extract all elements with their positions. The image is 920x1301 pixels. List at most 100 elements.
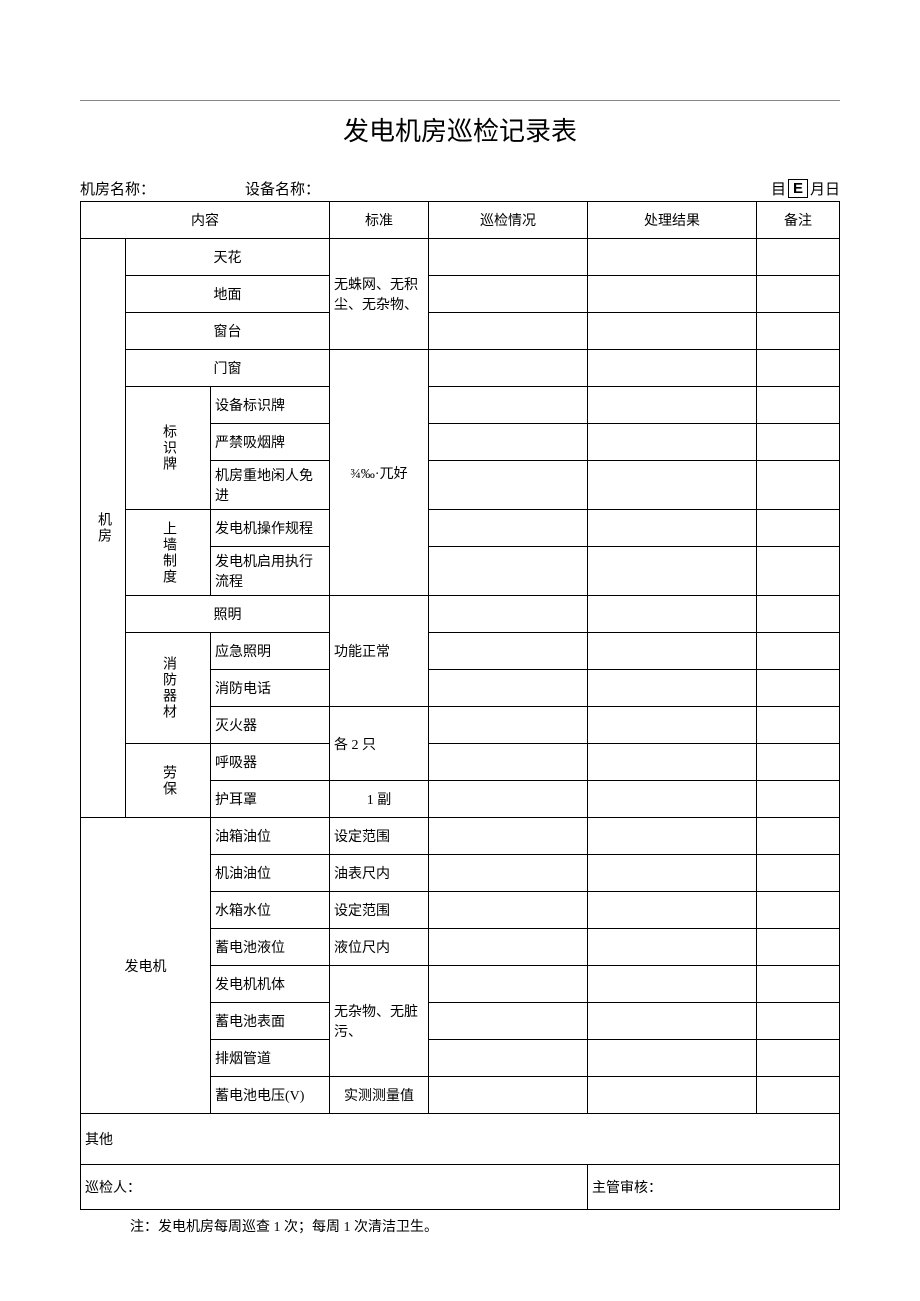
- cell[interactable]: [429, 424, 588, 461]
- cell[interactable]: [588, 855, 757, 892]
- row-emer-light: 应急照明: [211, 633, 330, 670]
- cell[interactable]: [757, 818, 840, 855]
- cell[interactable]: [429, 818, 588, 855]
- row-dev-sign: 设备标识牌: [211, 387, 330, 424]
- cell[interactable]: [588, 461, 757, 510]
- cell[interactable]: [757, 855, 840, 892]
- row-other: 其他: [81, 1114, 840, 1165]
- row-start-flow: 发电机启用执行流程: [211, 547, 330, 596]
- cell[interactable]: [429, 1077, 588, 1114]
- cell[interactable]: [588, 633, 757, 670]
- cell[interactable]: [429, 276, 588, 313]
- cell[interactable]: [757, 276, 840, 313]
- group-labor: 劳保: [126, 744, 211, 818]
- cell[interactable]: [757, 929, 840, 966]
- table-row: 消防器材 应急照明: [81, 633, 840, 670]
- std-clean: 无蛛网、无积尘、无杂物、: [330, 239, 429, 350]
- cell[interactable]: [429, 350, 588, 387]
- cell[interactable]: [757, 461, 840, 510]
- row-no-entry: 机房重地闲人免进: [211, 461, 330, 510]
- cell[interactable]: [588, 707, 757, 744]
- cell[interactable]: [429, 596, 588, 633]
- cell[interactable]: [757, 707, 840, 744]
- cell[interactable]: [757, 239, 840, 276]
- cell[interactable]: [588, 966, 757, 1003]
- cell[interactable]: [588, 781, 757, 818]
- cell[interactable]: [588, 350, 757, 387]
- cell[interactable]: [588, 387, 757, 424]
- cell[interactable]: [757, 1040, 840, 1077]
- cell[interactable]: [757, 596, 840, 633]
- row-door: 门窗: [126, 350, 330, 387]
- inspector-label[interactable]: 巡检人：: [81, 1165, 588, 1210]
- cell[interactable]: [588, 239, 757, 276]
- cell[interactable]: [429, 707, 588, 744]
- cell[interactable]: [588, 547, 757, 596]
- cell[interactable]: [588, 929, 757, 966]
- cell[interactable]: [429, 781, 588, 818]
- group-wall: 上墙制度: [126, 510, 211, 596]
- date-month-day: 月日: [810, 178, 840, 199]
- cell[interactable]: [429, 855, 588, 892]
- cell[interactable]: [588, 596, 757, 633]
- cell[interactable]: [757, 350, 840, 387]
- group-room: 机房: [81, 239, 126, 818]
- row-batt-level: 蓄电池液位: [211, 929, 330, 966]
- cell[interactable]: [757, 781, 840, 818]
- table-row: 照明 功能正常: [81, 596, 840, 633]
- cell[interactable]: [429, 239, 588, 276]
- cell[interactable]: [429, 929, 588, 966]
- cell[interactable]: [588, 276, 757, 313]
- cell[interactable]: [429, 547, 588, 596]
- cell[interactable]: [588, 1077, 757, 1114]
- cell[interactable]: [429, 1003, 588, 1040]
- cell[interactable]: [429, 744, 588, 781]
- cell[interactable]: [429, 313, 588, 350]
- cell[interactable]: [429, 510, 588, 547]
- cell[interactable]: [429, 633, 588, 670]
- room-name-label: 机房名称：: [80, 178, 245, 199]
- supervisor-label[interactable]: 主管审核：: [588, 1165, 840, 1210]
- cell[interactable]: [757, 670, 840, 707]
- cell[interactable]: [757, 1077, 840, 1114]
- cell[interactable]: [429, 892, 588, 929]
- row-lighting: 照明: [126, 596, 330, 633]
- cell[interactable]: [588, 744, 757, 781]
- cell[interactable]: [429, 966, 588, 1003]
- table-row: 上墙制度 发电机操作规程: [81, 510, 840, 547]
- col-remark: 备注: [757, 202, 840, 239]
- cell[interactable]: [588, 1003, 757, 1040]
- std-dipstick: 油表尺内: [330, 855, 429, 892]
- cell[interactable]: [429, 670, 588, 707]
- cell[interactable]: [757, 547, 840, 596]
- cell[interactable]: [588, 424, 757, 461]
- cell[interactable]: [757, 1003, 840, 1040]
- row-floor: 地面: [126, 276, 330, 313]
- cell[interactable]: [757, 744, 840, 781]
- cell[interactable]: [757, 633, 840, 670]
- row-respirator: 呼吸器: [211, 744, 330, 781]
- table-row: 机房 天花 无蛛网、无积尘、无杂物、: [81, 239, 840, 276]
- cell[interactable]: [757, 387, 840, 424]
- col-inspect: 巡检情况: [429, 202, 588, 239]
- cell[interactable]: [588, 892, 757, 929]
- cell[interactable]: [588, 313, 757, 350]
- std-level-in: 液位尺内: [330, 929, 429, 966]
- cell[interactable]: [588, 818, 757, 855]
- cell[interactable]: [429, 461, 588, 510]
- other-label[interactable]: 其他: [81, 1114, 840, 1165]
- row-op-rule: 发电机操作规程: [211, 510, 330, 547]
- cell[interactable]: [588, 1040, 757, 1077]
- cell[interactable]: [757, 892, 840, 929]
- cell[interactable]: [588, 670, 757, 707]
- footnote: 注：发电机房每周巡查 1 次；每周 1 次清洁卫生。: [80, 1216, 840, 1236]
- cell[interactable]: [757, 313, 840, 350]
- cell[interactable]: [429, 1040, 588, 1077]
- std-set-range2: 设定范围: [330, 892, 429, 929]
- cell[interactable]: [757, 424, 840, 461]
- cell[interactable]: [429, 387, 588, 424]
- cell[interactable]: [588, 510, 757, 547]
- cell[interactable]: [757, 510, 840, 547]
- cell[interactable]: [757, 966, 840, 1003]
- row-water-level: 水箱水位: [211, 892, 330, 929]
